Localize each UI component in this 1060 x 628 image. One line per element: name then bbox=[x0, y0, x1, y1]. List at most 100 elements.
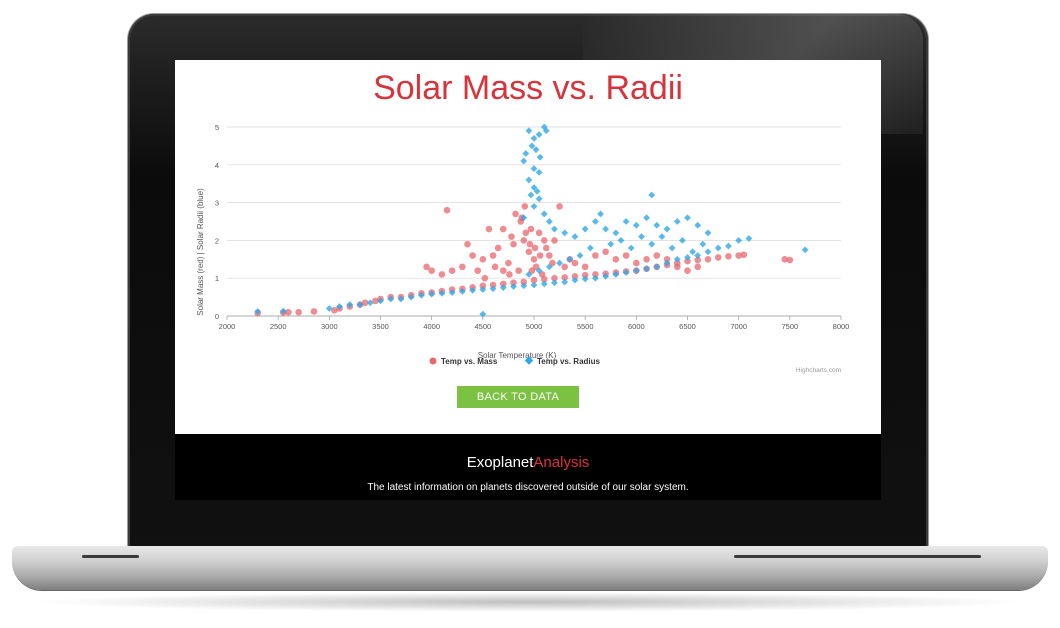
radius-point bbox=[725, 242, 732, 250]
radius-point bbox=[714, 244, 722, 252]
laptop-base bbox=[12, 546, 1048, 590]
y-tick-label: 2 bbox=[215, 236, 219, 245]
x-tick-label: 3000 bbox=[321, 322, 338, 331]
radius-point bbox=[602, 225, 610, 233]
radius-point bbox=[684, 214, 691, 222]
radius-point bbox=[643, 265, 650, 273]
x-tick-label: 2500 bbox=[270, 322, 287, 331]
mass-point bbox=[530, 256, 538, 263]
y-tick-label: 4 bbox=[215, 161, 219, 170]
x-tick-label: 4500 bbox=[474, 322, 491, 331]
radius-point bbox=[745, 235, 753, 242]
back-to-data-button[interactable]: BACK TO DATA bbox=[457, 386, 579, 408]
legend-label-mass[interactable]: Temp vs. Mass bbox=[441, 357, 498, 366]
mass-point bbox=[469, 252, 476, 259]
radius-point bbox=[592, 218, 599, 225]
radius-point bbox=[527, 191, 535, 199]
mass-point bbox=[506, 271, 513, 278]
mass-point bbox=[500, 225, 507, 233]
mass-point bbox=[633, 259, 640, 267]
x-tick-label: 5500 bbox=[577, 322, 594, 331]
y-tick-label: 5 bbox=[215, 123, 219, 132]
legend-label-radius[interactable]: Temp vs. Radius bbox=[537, 357, 601, 366]
mass-point bbox=[592, 252, 599, 259]
x-tick-label: 8000 bbox=[833, 322, 850, 331]
mass-point bbox=[540, 237, 548, 244]
screen: Solar Mass vs. Radii 0 1 2 3 4 5 2000 2500 3000 3… bbox=[175, 60, 881, 500]
mass-point bbox=[556, 203, 563, 210]
radius-point bbox=[648, 191, 656, 199]
page-title: Solar Mass vs. Radii bbox=[373, 69, 683, 107]
footer: ExoplanetAnalysis The latest information… bbox=[175, 434, 881, 500]
mass-point bbox=[438, 271, 446, 278]
mass-point bbox=[740, 251, 748, 259]
x-tick-label: 6500 bbox=[679, 322, 696, 331]
mass-point bbox=[714, 254, 722, 261]
mass-point bbox=[443, 206, 451, 214]
mass-point bbox=[510, 240, 517, 248]
mass-point bbox=[464, 240, 471, 248]
mass-point bbox=[531, 244, 539, 252]
x-tick-label: 6000 bbox=[628, 322, 645, 331]
mass-point bbox=[602, 248, 609, 256]
mass-point bbox=[527, 225, 535, 233]
x-tick-label: 2000 bbox=[219, 322, 236, 331]
mass-point bbox=[561, 263, 568, 271]
mass-point bbox=[505, 259, 512, 267]
x-tick-label: 5000 bbox=[526, 322, 543, 331]
mass-point bbox=[520, 237, 528, 244]
radius-point bbox=[653, 263, 661, 271]
radius-point bbox=[576, 252, 584, 259]
footer-brand[interactable]: ExoplanetAnalysis bbox=[175, 454, 881, 471]
radius-point bbox=[525, 176, 533, 184]
radius-point bbox=[607, 240, 615, 248]
mass-point bbox=[310, 308, 318, 315]
radius-point bbox=[522, 150, 530, 157]
mass-point bbox=[725, 252, 732, 260]
radius-point bbox=[535, 168, 543, 176]
scatter-chart: 0 1 2 3 4 5 2000 2500 3000 3500 4000 4500 5000 5500 60… bbox=[196, 123, 850, 374]
x-tick-label: 3500 bbox=[372, 322, 389, 331]
mass-point bbox=[536, 252, 544, 259]
mass-point bbox=[643, 256, 650, 263]
radius-point bbox=[571, 233, 579, 241]
base-slot-left bbox=[82, 555, 139, 558]
radius-point bbox=[704, 229, 712, 237]
x-tick-label: 4000 bbox=[423, 322, 440, 331]
footer-tagline: The latest information on planets discov… bbox=[367, 482, 689, 493]
radius-point bbox=[689, 248, 697, 256]
mass-point bbox=[694, 263, 702, 271]
radius-point bbox=[581, 225, 589, 233]
y-tick-label: 1 bbox=[215, 274, 219, 283]
mass-point bbox=[459, 263, 466, 271]
x-tick-label: 7500 bbox=[781, 322, 798, 331]
mass-point bbox=[481, 274, 489, 282]
mass-point bbox=[535, 229, 543, 237]
radius-point bbox=[648, 240, 656, 248]
radius-point bbox=[530, 165, 538, 172]
mass-point bbox=[489, 252, 497, 259]
mass-point bbox=[508, 233, 515, 240]
mass-point bbox=[622, 252, 630, 259]
mass-point bbox=[423, 263, 430, 271]
y-tick-label: 0 bbox=[215, 312, 219, 321]
radius-point bbox=[658, 233, 666, 241]
radius-point bbox=[545, 218, 553, 225]
mass-point bbox=[704, 256, 712, 263]
brand-accent: Analysis bbox=[533, 454, 590, 471]
radius-point bbox=[638, 233, 645, 241]
y-tick-label: 3 bbox=[215, 199, 219, 208]
mass-point bbox=[684, 267, 691, 274]
radius-point bbox=[612, 229, 620, 237]
radius-point bbox=[597, 210, 604, 218]
radius-point bbox=[561, 229, 569, 237]
radius-point bbox=[694, 221, 702, 229]
radius-point bbox=[704, 248, 712, 256]
radius-point bbox=[536, 153, 544, 161]
radius-point bbox=[735, 237, 743, 244]
base-shadow bbox=[30, 592, 1030, 612]
mass-point bbox=[515, 267, 522, 274]
chart-credits[interactable]: Highcharts.com bbox=[796, 367, 841, 374]
mass-point bbox=[571, 259, 579, 267]
radius-point bbox=[530, 202, 538, 210]
